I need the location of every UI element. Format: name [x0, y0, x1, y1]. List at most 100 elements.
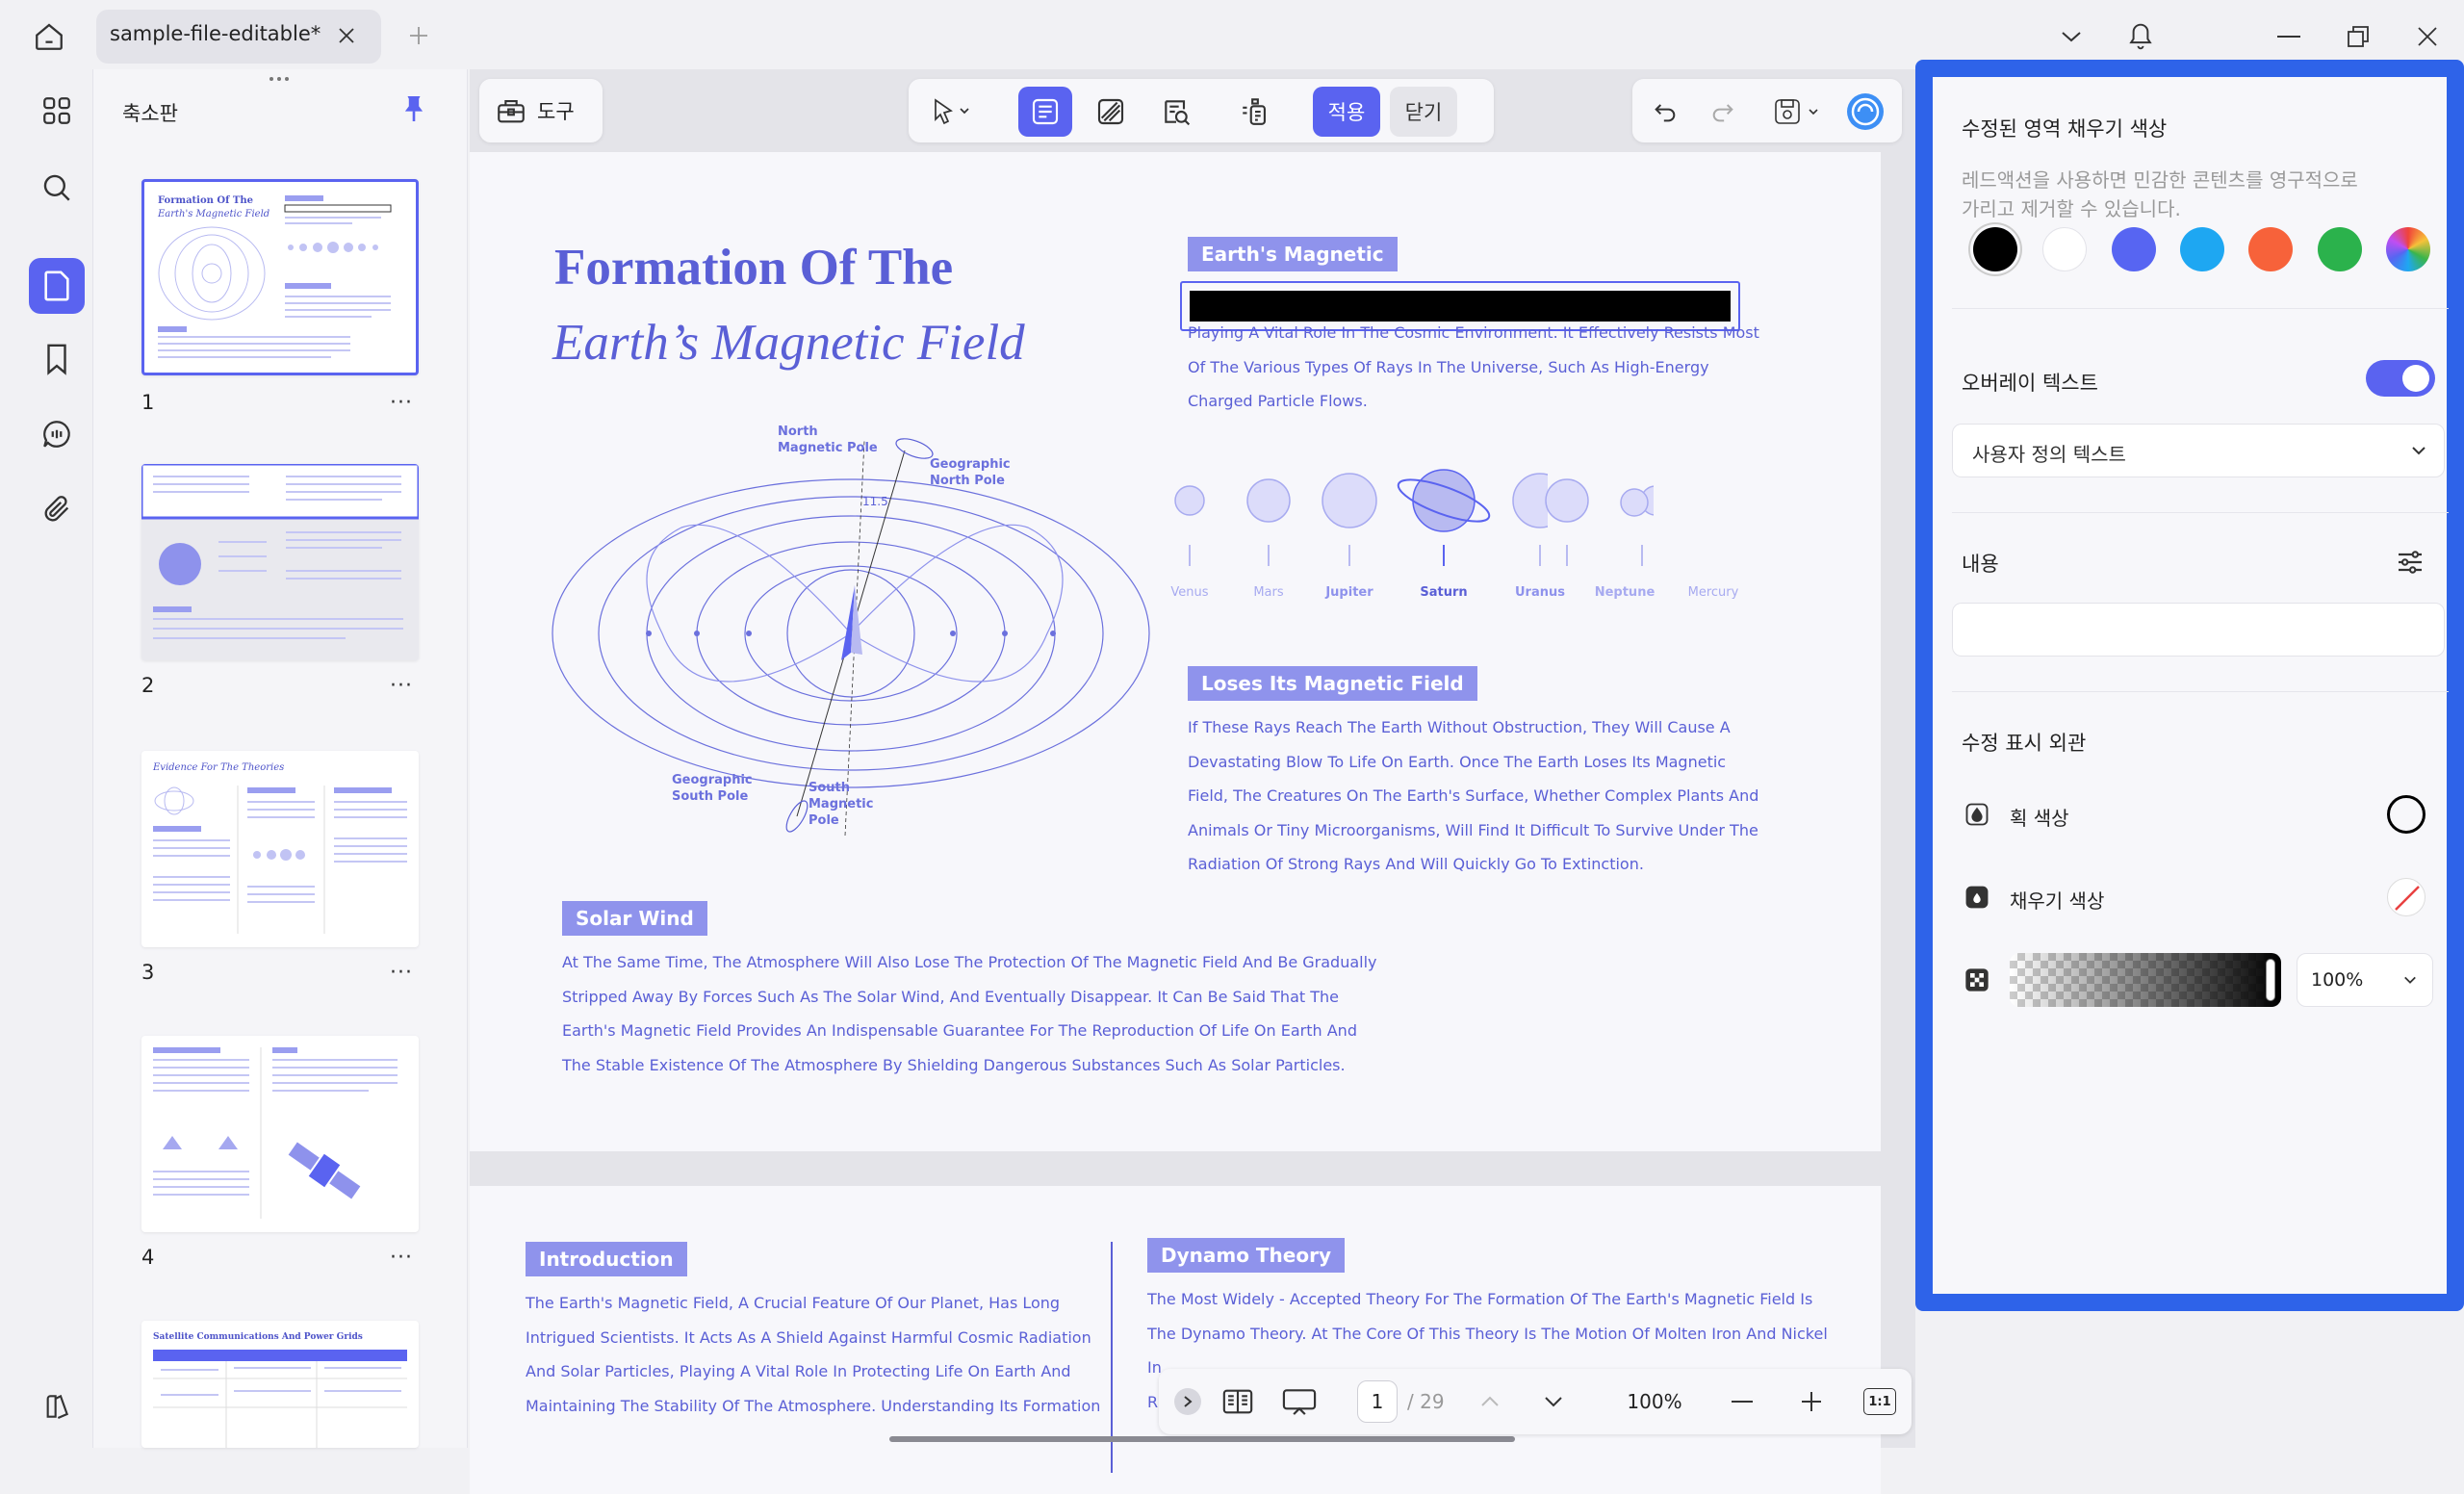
- redaction-properties-button[interactable]: [1228, 87, 1282, 137]
- page-number-3: 3: [141, 961, 155, 984]
- restore-window-icon[interactable]: [2337, 17, 2379, 56]
- close-tab-icon[interactable]: [332, 21, 361, 50]
- pin-icon[interactable]: [398, 92, 430, 125]
- ai-assistant-icon[interactable]: [1838, 87, 1892, 137]
- stroke-color-swatch[interactable]: [2387, 795, 2426, 834]
- minimize-icon[interactable]: [2268, 17, 2310, 56]
- chevron-down-icon[interactable]: [2050, 17, 2092, 56]
- total-pages: / 29: [1407, 1390, 1445, 1413]
- color-swatch-orange[interactable]: [2248, 227, 2293, 271]
- document-area: Formation Of The Earth’s Magnetic Field: [470, 69, 1915, 1494]
- planet-label-jupiter: Jupiter: [1325, 585, 1373, 600]
- tools-toolbar: 도구: [479, 79, 603, 142]
- thumb-content: [153, 1047, 398, 1219]
- page-1-more-icon[interactable]: ···: [382, 391, 421, 415]
- search-redact-button[interactable]: [1149, 87, 1203, 137]
- text-line: Devastating Blow To Life On Earth. Once …: [1188, 752, 1727, 771]
- opacity-select[interactable]: 100%: [2297, 953, 2433, 1007]
- page-thumbnail-4[interactable]: [141, 1036, 419, 1232]
- page-2-more-icon[interactable]: ···: [382, 674, 421, 698]
- font-settings-icon[interactable]: [2391, 543, 2429, 581]
- page-3-more-icon[interactable]: ···: [382, 961, 421, 985]
- opacity-icon: [1962, 965, 1992, 995]
- planets-graphic: [1174, 469, 1548, 566]
- horizontal-scrollbar[interactable]: [889, 1436, 1515, 1442]
- chevron-down-icon: [2404, 976, 2416, 984]
- color-swatch-sky[interactable]: [2180, 227, 2224, 271]
- overlay-select-value: 사용자 정의 텍스트: [1972, 443, 2126, 466]
- overlay-text-toggle[interactable]: [2366, 360, 2435, 397]
- section-header-loses-magnetic-field: Loses Its Magnetic Field: [1188, 666, 1477, 701]
- new-tab-icon[interactable]: [404, 21, 433, 50]
- page-layout-icon[interactable]: [1219, 1384, 1257, 1419]
- presentation-icon[interactable]: [1278, 1384, 1321, 1419]
- thumb-content: [158, 195, 392, 358]
- label-tilt-angle: 11.5: [862, 495, 888, 508]
- zoom-level[interactable]: 100%: [1611, 1390, 1698, 1413]
- opacity-slider-handle[interactable]: [2266, 959, 2275, 1001]
- redaction-toolbar: 적용 닫기: [909, 79, 1494, 142]
- color-swatch-blue[interactable]: [2112, 227, 2156, 271]
- text-line: And Solar Particles, Playing A Vital Rol…: [526, 1362, 1071, 1380]
- color-picker-rainbow-icon[interactable]: [2386, 227, 2430, 271]
- redo-icon[interactable]: [1696, 87, 1750, 137]
- fill-color-label: 채우기 색상: [2010, 889, 2105, 913]
- label-north-magnetic-pole: North Magnetic Pole: [778, 425, 878, 455]
- tools-button[interactable]: 도구: [487, 87, 595, 135]
- home-icon[interactable]: [27, 17, 71, 56]
- notification-bell-icon[interactable]: [2119, 17, 2162, 56]
- page-thumbnail-1[interactable]: Formation Of The Earth's Magnetic Field: [141, 179, 419, 375]
- drag-handle-icon[interactable]: [265, 75, 294, 83]
- page-thumbnail-2[interactable]: [141, 464, 419, 660]
- theme-icon[interactable]: [29, 1378, 85, 1434]
- page-number-2: 2: [141, 674, 155, 697]
- thumb-content: [153, 786, 407, 934]
- next-page-icon[interactable]: [1538, 1386, 1569, 1417]
- comment-icon[interactable]: [29, 406, 85, 462]
- current-page-input[interactable]: 1: [1357, 1380, 1398, 1423]
- save-icon[interactable]: [1763, 87, 1831, 137]
- opacity-value: 100%: [2311, 969, 2364, 991]
- earths-magnetic-text: Playing A Vital Role In The Cosmic Envir…: [1188, 316, 1759, 419]
- actual-size-button[interactable]: 1:1: [1863, 1388, 1896, 1415]
- content-title: 내용: [1962, 553, 1999, 576]
- expand-icon[interactable]: [1174, 1388, 1201, 1415]
- search-icon[interactable]: [29, 160, 85, 216]
- apps-grid-icon[interactable]: [29, 83, 85, 139]
- thumbnails-page-icon[interactable]: [29, 258, 85, 314]
- planet-label-mars: Mars: [1253, 585, 1284, 600]
- close-window-icon[interactable]: [2406, 17, 2449, 56]
- page-thumbnail-3[interactable]: Evidence For The Theories: [141, 751, 419, 947]
- loses-magnetic-field-text: If These Rays Reach The Earth Without Ob…: [1188, 710, 1758, 882]
- opacity-slider[interactable]: [2010, 953, 2281, 1007]
- previous-page-icon[interactable]: [1475, 1386, 1505, 1417]
- pdf-page-1: Formation Of The Earth’s Magnetic Field: [470, 152, 1881, 1151]
- fill-color-swatch[interactable]: [2387, 878, 2426, 916]
- attachment-icon[interactable]: [29, 481, 85, 537]
- divider: [1952, 691, 2449, 692]
- page-thumbnail-5[interactable]: Satellite Communications And Power Grids: [141, 1321, 419, 1448]
- bookmark-icon[interactable]: [29, 331, 85, 387]
- redact-pages-button[interactable]: [1084, 87, 1138, 137]
- zoom-out-icon[interactable]: [1727, 1386, 1758, 1417]
- color-swatch-green[interactable]: [2318, 227, 2362, 271]
- content-text-input[interactable]: [1952, 603, 2445, 657]
- description-line: 가리고 제거할 수 있습니다.: [1962, 197, 2181, 220]
- text-line: At The Same Time, The Atmosphere Will Al…: [562, 953, 1377, 971]
- text-line: Earth's Magnetic Field Provides An Indis…: [562, 1021, 1357, 1040]
- mark-area-redaction-button[interactable]: [1018, 87, 1072, 137]
- color-swatch-white[interactable]: [2042, 227, 2087, 271]
- select-tool-button[interactable]: [916, 87, 986, 137]
- zoom-in-icon[interactable]: [1796, 1386, 1827, 1417]
- color-swatch-black[interactable]: [1973, 227, 2017, 271]
- overlay-text-select[interactable]: 사용자 정의 텍스트: [1952, 424, 2445, 477]
- text-line: Maintaining The Stability Of The Atmosph…: [526, 1396, 1101, 1415]
- text-line: Field, The Creatures On The Earth's Surf…: [1188, 786, 1759, 805]
- section-header-introduction: Introduction: [526, 1242, 687, 1276]
- close-redaction-button[interactable]: 닫기: [1390, 87, 1457, 137]
- text-line: Radiation Of Strong Rays And Will Quickl…: [1188, 855, 1644, 873]
- undo-icon[interactable]: [1638, 87, 1692, 137]
- left-rail: [8, 69, 94, 1448]
- apply-button[interactable]: 적용: [1313, 87, 1380, 137]
- page-4-more-icon[interactable]: ···: [382, 1246, 421, 1270]
